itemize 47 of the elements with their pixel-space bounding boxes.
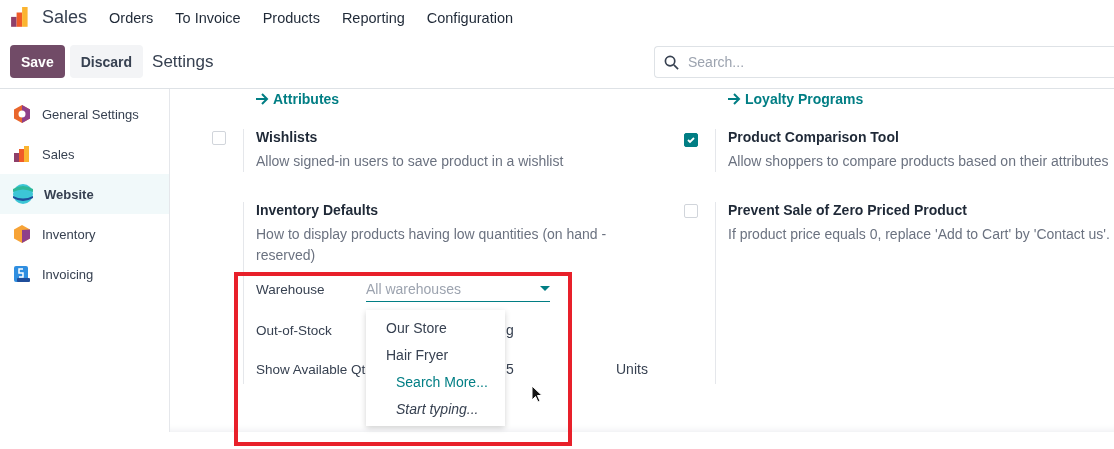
search-field[interactable]: Search... (654, 45, 1114, 78)
menu-item[interactable]: To Invoice (175, 9, 241, 26)
sidebar-item[interactable]: General Settings (0, 94, 169, 134)
setting-description: If product price equals 0, replace 'Add to Cart' by 'Contact us'. (728, 225, 1110, 244)
menu-item[interactable]: Orders (109, 9, 154, 26)
cube-icon (12, 224, 32, 244)
invoice-icon (12, 264, 32, 284)
setting-title: Inventory Defaults (256, 202, 380, 218)
unit-label: Units (616, 361, 648, 377)
arrow-icon (255, 93, 269, 105)
dropdown-option[interactable]: Hair Fryer (366, 341, 505, 368)
search-icon (664, 54, 679, 70)
menu-item[interactable]: Products (262, 9, 320, 26)
menu-item[interactable]: Configuration (426, 9, 513, 26)
arrow-icon (727, 93, 741, 105)
dropdown-option[interactable]: Our Store (366, 314, 505, 341)
field-label: Show Available Qt (256, 361, 366, 377)
globe-icon (12, 183, 34, 205)
setting-title: Prevent Sale of Zero Priced Product (728, 202, 968, 218)
setting-title: Wishlists (256, 129, 319, 145)
setting-description: Allow signed-in users to save product in a wishlist (256, 152, 564, 171)
sidebar-item[interactable]: Website (0, 174, 169, 214)
dropdown-option[interactable]: Search More... (366, 368, 505, 395)
field-value: g (506, 322, 514, 338)
hexagon-icon (12, 104, 32, 124)
app-name[interactable]: Sales (42, 7, 88, 28)
discard-button[interactable]: Discard (69, 45, 144, 78)
settings-link[interactable]: Attributes (255, 91, 340, 107)
setting-description: How to display products having low quantities (on hand - reserved) (256, 225, 608, 265)
cursor-icon (531, 385, 543, 403)
sidebar-item[interactable]: Inventory (0, 214, 169, 254)
caret-icon (540, 285, 550, 292)
bar-chart-icon (12, 144, 32, 164)
menu-item[interactable]: Reporting (341, 9, 405, 26)
breadcrumb: Settings (152, 51, 214, 72)
field-label: Warehouse (256, 281, 326, 297)
sidebar-item[interactable]: Invoicing (0, 254, 169, 294)
settings-link[interactable]: Loyalty Programs (727, 91, 864, 107)
save-button[interactable]: Save (10, 45, 65, 78)
field-label: Out-of-Stock (256, 322, 333, 338)
checkbox[interactable] (684, 133, 698, 147)
dropdown-option[interactable]: Start typing... (366, 395, 505, 422)
setting-description: Allow shoppers to compare products based on their attributes (728, 152, 1109, 171)
setting-title: Product Comparison Tool (728, 129, 900, 145)
checkmark-icon (686, 135, 696, 145)
field-value: 5 (506, 361, 514, 377)
sidebar-item[interactable]: Sales (0, 134, 169, 174)
